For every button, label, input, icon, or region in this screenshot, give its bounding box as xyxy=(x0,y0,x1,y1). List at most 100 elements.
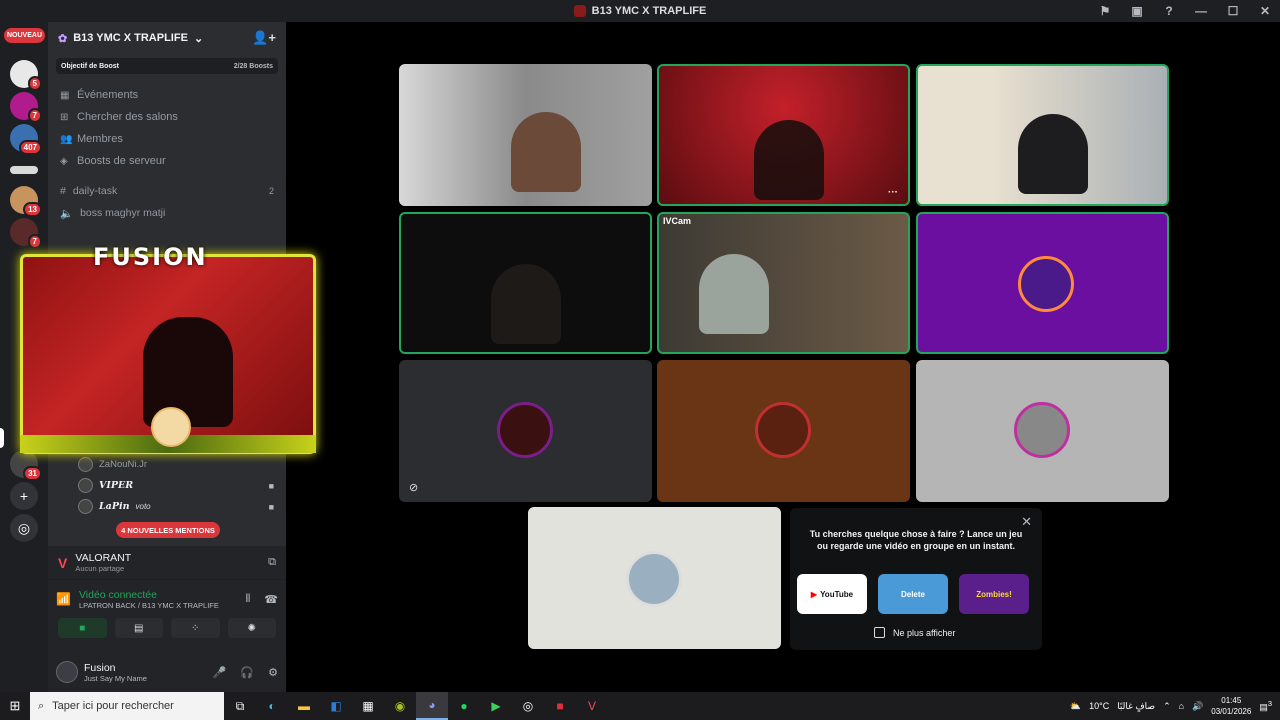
channel-daily-task[interactable]: # daily-task 2 xyxy=(48,180,286,202)
game-launcher-icon[interactable]: ▶ xyxy=(480,692,512,720)
server-icon[interactable]: 5 xyxy=(10,60,42,91)
video-tile[interactable]: ⊘ xyxy=(399,360,652,502)
member-name: ZaNouNi.Jr xyxy=(99,459,148,470)
inbox-icon[interactable]: ▣ xyxy=(1130,4,1144,18)
add-server-icon[interactable]: + xyxy=(10,482,38,510)
valorant-taskbar-icon[interactable]: V xyxy=(576,692,608,720)
nav-server-boosts[interactable]: ◈ Boosts de serveur xyxy=(48,150,286,172)
dont-show-checkbox[interactable]: Ne plus afficher xyxy=(874,627,955,638)
flag-icon[interactable]: ⚑ xyxy=(1098,4,1112,18)
video-tile[interactable] xyxy=(916,64,1169,206)
invite-member-icon[interactable]: 👤+ xyxy=(252,30,276,46)
disconnect-icon[interactable]: ☎ xyxy=(264,593,278,606)
voice-member[interactable]: LaPin voto ■ xyxy=(48,496,286,517)
nav-label: Événements xyxy=(77,89,139,101)
network-icon[interactable]: ⌂ xyxy=(1179,701,1184,711)
server-icon[interactable]: 7 xyxy=(10,92,42,123)
noise-suppression-icon[interactable]: ⫴ xyxy=(246,593,251,606)
volume-icon[interactable]: 🔊 xyxy=(1192,701,1203,712)
voice-member[interactable]: VIPER ■ xyxy=(48,475,286,496)
channel-boss[interactable]: 🔈 boss maghyr matji xyxy=(48,202,286,224)
activity-title: VALORANT xyxy=(75,552,132,564)
user-avatar xyxy=(755,402,811,458)
nav-browse-channels[interactable]: ⊞ Chercher des salons xyxy=(48,106,286,128)
taskbar-search[interactable]: ⌕ Taper ici pour rechercher xyxy=(30,692,224,720)
youtube-app[interactable]: ▶ YouTube xyxy=(797,574,867,614)
spotify-icon[interactable]: ● xyxy=(448,692,480,720)
member-name: LaPin xyxy=(99,501,130,512)
task-view-icon[interactable]: ⧉ xyxy=(224,692,256,720)
delete-game-app[interactable]: Delete xyxy=(878,574,948,614)
user-avatar xyxy=(1018,256,1074,312)
explore-icon[interactable]: ◎ xyxy=(10,514,38,542)
video-tile[interactable] xyxy=(657,360,910,502)
server-header[interactable]: ✿ B13 YMC X TRAPLIFE ⌄ 👤+ xyxy=(48,22,286,54)
store-icon[interactable]: ▦ xyxy=(352,692,384,720)
video-tile[interactable]: ··· xyxy=(657,64,910,206)
boost-goal-bar[interactable]: Objectif de Boost 2/28 Boosts xyxy=(56,58,278,74)
server-icon[interactable]: 31 xyxy=(10,450,42,481)
headphones-icon[interactable]: 🎧 xyxy=(240,666,254,679)
video-tile[interactable] xyxy=(916,212,1169,354)
video-tile[interactable] xyxy=(399,64,652,206)
weather-temp[interactable]: 10°C xyxy=(1089,701,1109,711)
voice-status-text[interactable]: Vidéo connectée xyxy=(79,589,219,601)
app-icon[interactable]: ■ xyxy=(544,692,576,720)
share-screen-icon[interactable]: ⧉ xyxy=(268,556,276,569)
server-icon[interactable]: 13 xyxy=(10,186,42,217)
chevron-up-icon[interactable]: ⌃ xyxy=(1163,701,1171,712)
minimize-button[interactable]: — xyxy=(1194,4,1208,18)
checkbox[interactable] xyxy=(874,627,885,638)
windows-start-icon[interactable]: ⊞ xyxy=(0,698,30,714)
video-tile[interactable] xyxy=(399,212,652,354)
calendar-icon: ▦ xyxy=(60,89,70,101)
maximize-button[interactable]: ☐ xyxy=(1226,4,1240,18)
server-icon[interactable] xyxy=(10,166,38,174)
window-title: B13 YMC X TRAPLIFE xyxy=(591,5,707,17)
channel-name: daily-task xyxy=(72,185,118,197)
boost-count: 2/28 Boosts xyxy=(233,62,273,70)
avatar xyxy=(78,499,93,514)
camera-button[interactable]: ■ xyxy=(58,618,107,638)
outlook-icon[interactable]: ◧ xyxy=(320,692,352,720)
unread-badge: 13 xyxy=(23,202,42,217)
explorer-icon[interactable]: ▬ xyxy=(288,692,320,720)
selected-server-pill xyxy=(0,428,4,448)
nav-events[interactable]: ▦ Événements xyxy=(48,84,286,106)
settings-gear-icon[interactable]: ⚙ xyxy=(268,666,278,679)
boost-goal-label: Objectif de Boost xyxy=(61,62,119,70)
screen-share-button[interactable]: ▤ xyxy=(114,618,163,638)
microphone-icon[interactable]: 🎤 xyxy=(213,666,227,679)
server-icon[interactable]: 407 xyxy=(10,124,42,155)
soundboard-button[interactable]: ✺ xyxy=(227,618,276,638)
server-icon[interactable]: 7 xyxy=(10,218,42,249)
activities-button[interactable]: ⁘ xyxy=(171,618,220,638)
obs-icon[interactable]: ◎ xyxy=(512,692,544,720)
promo-message: Tu cherches quelque chose à faire ? Lanc… xyxy=(809,529,1023,551)
server-badge-icon: ✿ xyxy=(58,32,68,45)
discord-icon[interactable]: ◕ xyxy=(416,692,448,720)
edge-icon[interactable]: ◐ xyxy=(256,692,288,720)
new-mentions-pill[interactable]: 4 NOUVELLES MENTIONS xyxy=(116,522,220,538)
boost-icon: ◈ xyxy=(60,155,68,167)
voice-status: 📶 Vidéo connectée LPATRON BACK / B13 YMC … xyxy=(48,580,286,618)
user-avatar xyxy=(626,551,682,607)
help-icon[interactable]: ? xyxy=(1162,4,1176,18)
notifications-icon[interactable]: ▤3 xyxy=(1259,699,1272,713)
video-tile[interactable] xyxy=(528,507,781,649)
checkbox-label: Ne plus afficher xyxy=(893,627,956,638)
video-tile[interactable] xyxy=(916,360,1169,502)
camera-off-icon: ⊘ xyxy=(409,482,419,494)
zombies-game-app[interactable]: Zombies! xyxy=(959,574,1029,614)
server-logo-icon xyxy=(573,5,586,17)
clock[interactable]: 01:45 03/01/2026 xyxy=(1211,695,1251,717)
xbox-icon[interactable]: ◉ xyxy=(384,692,416,720)
video-tile[interactable]: IVCam xyxy=(657,212,910,354)
nav-members[interactable]: 👥 Membres xyxy=(48,128,286,150)
close-button[interactable]: ✕ xyxy=(1258,4,1272,18)
member-name: VIPER xyxy=(99,480,134,491)
ivcam-label: IVCam xyxy=(663,216,692,226)
more-options-icon[interactable]: ··· xyxy=(888,187,898,198)
avatar[interactable] xyxy=(56,661,78,683)
voice-member[interactable]: ZaNouNi.Jr xyxy=(48,454,286,475)
